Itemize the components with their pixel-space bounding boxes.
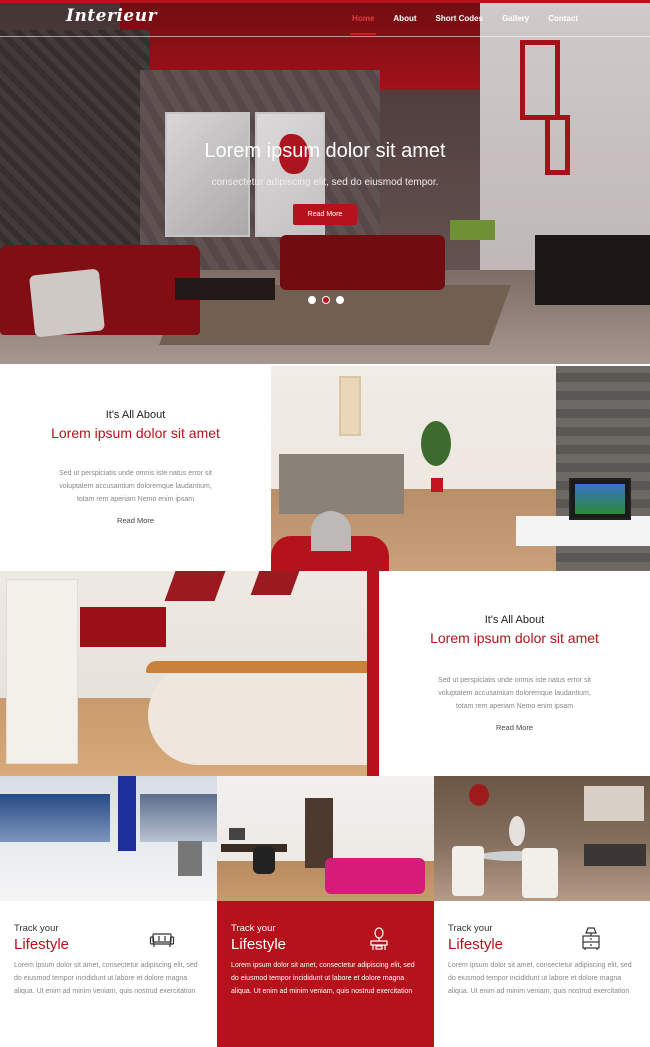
slider-dot-active[interactable] (322, 296, 330, 304)
nav-item-about[interactable]: About (393, 14, 416, 23)
about-title: Lorem ipsum dolor sit amet (51, 425, 220, 441)
top-navigation: Interieur Home About Short Codes Gallery… (0, 0, 650, 37)
kitchen-cabinet (6, 579, 78, 764)
feature-card-3: Track your Lifestyle Lorem ipsum dolor s… (434, 901, 650, 1047)
monitor (229, 828, 245, 840)
flowers (469, 784, 489, 806)
plant-pot (431, 478, 443, 492)
about-body: Sed ut perspiciatis unde omnis iste natu… (59, 470, 212, 503)
feature-body: Lorem ipsum dolor sit amet, consectetur … (448, 962, 632, 995)
sofa-icon (149, 933, 175, 947)
top-accent-bar (0, 0, 650, 3)
nav-item-short-codes[interactable]: Short Codes (436, 14, 484, 23)
red-backsplash (80, 607, 166, 647)
slider-dots (308, 296, 344, 304)
blue-pillar (118, 776, 136, 851)
feature-card-2: Track your Lifestyle Lorem ipsum dolor s… (217, 901, 434, 1047)
tv-cabinet (516, 516, 650, 546)
gallery-image-dining[interactable] (434, 776, 650, 901)
about-image-kitchen (0, 571, 379, 776)
about-kicker: It's All About (105, 409, 166, 421)
television (569, 478, 631, 520)
feature-title: Lifestyle (448, 936, 504, 953)
lounge-sofa (584, 844, 646, 866)
feature-body: Lorem ipsum dolor sit amet, consectetur … (231, 962, 415, 995)
about-read-more-link[interactable]: Read More (496, 723, 533, 732)
about-kicker: It's All About (484, 614, 545, 626)
hero-subtitle: consectetur adipiscing elit, sed do eius… (211, 177, 439, 188)
skylight (250, 571, 300, 595)
dining-chair (522, 848, 558, 898)
dining-chair (452, 846, 484, 896)
about-image-living-room (271, 366, 650, 571)
window (584, 786, 644, 821)
hero-title: Lorem ipsum dolor sit amet (204, 140, 446, 162)
reception-desk (178, 841, 202, 876)
kitchen-island (148, 665, 373, 765)
feature-card-1: Track your Lifestyle Lorem ipsum dolor s… (0, 901, 217, 1047)
hero-caption: Lorem ipsum dolor sit amet consectetur a… (0, 140, 650, 225)
nav-item-gallery[interactable]: Gallery (502, 14, 529, 23)
nav-item-home[interactable]: Home (350, 14, 377, 35)
nav-item-contact[interactable]: Contact (548, 14, 578, 23)
nav-menu: Home About Short Codes Gallery Contact (350, 14, 578, 35)
hero-read-more-button[interactable]: Read More (292, 204, 358, 225)
about-read-more-link[interactable]: Read More (117, 516, 154, 525)
about-title: Lorem ipsum dolor sit amet (430, 630, 599, 646)
skylight (164, 571, 226, 601)
office-chair (253, 846, 275, 874)
glass-wall (140, 794, 217, 842)
nightstand-lamp-icon (582, 927, 600, 950)
about-body: Sed ut perspiciatis unde omnis iste natu… (438, 677, 591, 710)
pink-sofa (325, 858, 425, 894)
about-block-2: It's All About Lorem ipsum dolor sit ame… (379, 571, 650, 776)
red-accent-stripe (367, 571, 379, 776)
slider-dot[interactable] (336, 296, 344, 304)
desk-lamp (311, 511, 351, 551)
glass-wall (0, 794, 110, 842)
gallery-image-study[interactable] (217, 776, 434, 901)
vanity-mirror-icon (370, 927, 388, 950)
feature-body: Lorem ipsum dolor sit amet, consectetur … (14, 962, 198, 995)
room-door (339, 376, 361, 436)
gallery-image-office[interactable] (0, 776, 217, 901)
vase (509, 816, 525, 846)
site-logo[interactable]: Interieur (66, 6, 157, 26)
slider-dot[interactable] (308, 296, 316, 304)
feature-kicker: Track your (448, 923, 493, 934)
hero-slider: Interieur Home About Short Codes Gallery… (0, 0, 650, 364)
plant (421, 421, 451, 466)
island-countertop (146, 661, 378, 673)
kitchen-counter (279, 454, 404, 514)
about-block-1: It's All About Lorem ipsum dolor sit ame… (0, 366, 271, 571)
